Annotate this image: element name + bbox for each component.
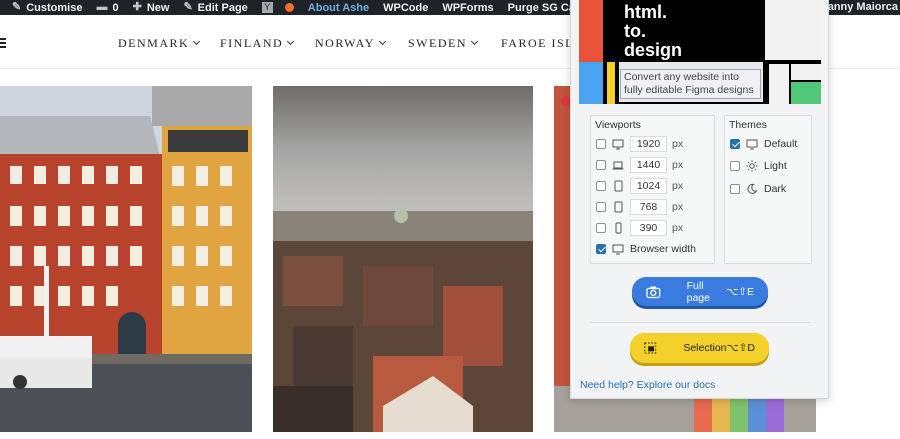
tablet-icon — [614, 180, 623, 192]
chevron-down-icon — [378, 37, 386, 46]
viewport-row-768: 768 px — [596, 199, 683, 215]
pencil-icon: ✎ — [183, 1, 193, 13]
viewport-1024-checkbox[interactable] — [596, 181, 606, 191]
theme-dark-checkbox[interactable] — [730, 184, 740, 194]
viewport-1440-input[interactable]: 1440 — [630, 157, 667, 173]
moon-icon — [747, 183, 758, 194]
viewport-row-1920: 1920 px — [596, 136, 683, 152]
nav-item-denmark[interactable]: DENMARK — [118, 36, 201, 51]
sun-icon — [746, 160, 758, 172]
selection-button[interactable]: Selection ⌥⇧D — [630, 333, 769, 363]
phone-icon — [615, 222, 622, 234]
plugin-banner: html. to. design Convert any website int… — [579, 0, 821, 104]
monitor-icon — [746, 139, 758, 150]
selection-shortcut: ⌥⇧D — [726, 342, 755, 354]
viewport-768-checkbox[interactable] — [596, 202, 606, 212]
full-page-button[interactable]: Full page ⌥⇧E — [632, 277, 768, 306]
chevron-down-icon — [470, 37, 479, 46]
comments-link[interactable]: ▬ 0 — [96, 0, 118, 15]
viewport-1920-input[interactable]: 1920 — [630, 136, 667, 152]
plus-icon: ✚ — [132, 1, 142, 13]
plugin-tagline: Convert any website into fully editable … — [620, 69, 761, 99]
viewport-1920-checkbox[interactable] — [596, 139, 606, 149]
city-rooftops-photo[interactable] — [273, 86, 533, 432]
viewport-390-checkbox[interactable] — [596, 223, 606, 233]
theme-default-checkbox[interactable] — [730, 139, 740, 149]
viewports-heading: Viewports — [595, 119, 641, 131]
laptop-icon — [612, 161, 624, 170]
viewport-1440-checkbox[interactable] — [596, 160, 606, 170]
status-dot-icon — [284, 3, 294, 12]
new-link[interactable]: ✚ New — [133, 0, 170, 15]
user-account-link[interactable]: Danny Maiorca — [820, 0, 898, 15]
theme-light-row: Light — [730, 158, 787, 174]
customise-link[interactable]: ✎ Customise — [12, 0, 82, 15]
theme-dark-row: Dark — [730, 181, 786, 197]
theme-light-checkbox[interactable] — [730, 161, 740, 171]
themes-heading: Themes — [729, 119, 767, 131]
tablet-icon — [614, 201, 623, 213]
desktop-icon — [612, 139, 624, 150]
full-page-shortcut: ⌥⇧E — [726, 285, 754, 298]
theme-default-row: Default — [730, 136, 797, 152]
wpforms-link[interactable]: WPForms — [442, 0, 493, 15]
nav-item-finland[interactable]: FINLAND — [220, 36, 295, 51]
camera-icon — [646, 286, 661, 298]
plugin-logo-title: html. to. design — [624, 2, 683, 60]
viewport-1024-input[interactable]: 1024 — [630, 178, 667, 194]
wpcode-link[interactable]: WPCode — [383, 0, 428, 15]
colorful-townhouses-photo[interactable] — [0, 86, 252, 432]
viewport-row-1440: 1440 px — [596, 157, 683, 173]
chevron-down-icon — [287, 37, 295, 46]
menu-icon[interactable] — [0, 38, 6, 50]
viewport-row-390: 390 px — [596, 220, 683, 236]
viewport-row-1024: 1024 px — [596, 178, 683, 194]
browser-width-checkbox[interactable] — [596, 244, 606, 254]
comment-icon: ▬ — [96, 1, 108, 13]
divider — [590, 322, 811, 323]
about-ashe-link[interactable]: About Ashe — [308, 0, 369, 15]
browser-width-label: Browser width — [630, 243, 696, 255]
help-docs-link[interactable]: Need help? Explore our docs — [580, 379, 715, 391]
yoast-icon[interactable]: Y — [261, 2, 273, 13]
edit-page-link[interactable]: ✎ Edit Page — [183, 0, 247, 15]
nav-item-norway[interactable]: NORWAY — [315, 36, 386, 51]
nav-item-sweden[interactable]: SWEDEN — [408, 36, 479, 51]
browser-width-row: Browser width — [596, 241, 696, 257]
viewport-390-input[interactable]: 390 — [630, 220, 667, 236]
brush-icon: ✎ — [12, 1, 22, 13]
chevron-down-icon — [193, 37, 201, 46]
selection-icon — [644, 342, 657, 354]
monitor-icon — [612, 244, 624, 255]
viewport-768-input[interactable]: 768 — [630, 199, 667, 215]
